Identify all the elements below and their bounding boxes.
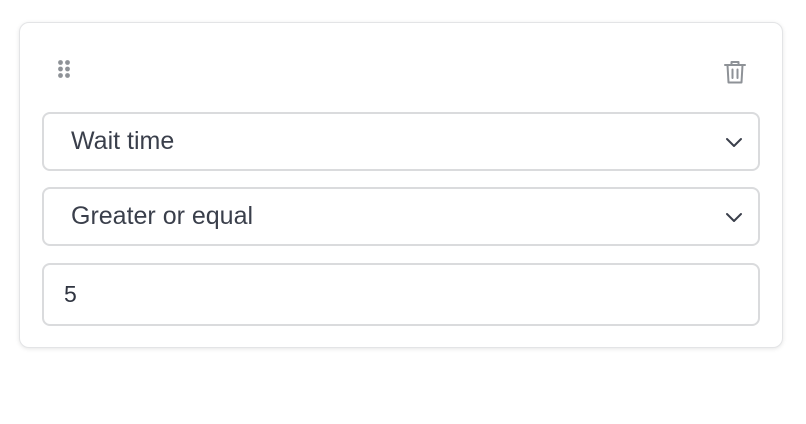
operator-select[interactable]: Greater or equal	[42, 187, 760, 246]
value-input-text: 5	[64, 281, 77, 307]
drag-handle-icon	[58, 60, 70, 78]
field-select[interactable]: Wait time	[42, 112, 760, 171]
delete-button[interactable]	[722, 58, 748, 86]
drag-handle[interactable]	[56, 59, 72, 85]
chevron-down-icon	[724, 207, 744, 227]
chevron-down-icon	[724, 132, 744, 152]
value-input[interactable]: 5	[42, 263, 760, 326]
operator-select-value: Greater or equal	[71, 202, 254, 230]
field-select-value: Wait time	[71, 127, 175, 155]
trash-icon	[724, 61, 746, 84]
condition-card: Wait time Greater or equal 5	[19, 22, 783, 348]
